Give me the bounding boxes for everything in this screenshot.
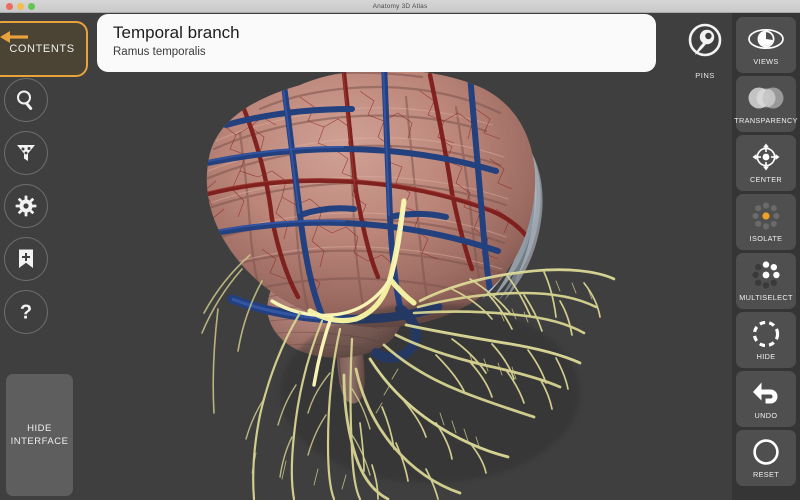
center-label: CENTER <box>749 175 783 184</box>
svg-text:?: ? <box>20 302 32 324</box>
views-button[interactable]: VIEWS <box>736 17 796 73</box>
pin-icon <box>688 23 722 57</box>
hide-interface-line2: INTERFACE <box>10 436 69 447</box>
window-title: Anatomy 3D Atlas <box>372 2 428 10</box>
undo-button[interactable]: UNDO <box>736 371 796 427</box>
reset-button[interactable]: RESET <box>736 430 796 486</box>
help-icon[interactable]: ? <box>4 290 48 334</box>
views-label: VIEWS <box>753 57 779 66</box>
isolate-dots-icon <box>751 201 781 231</box>
multiselect-label: MULTISELECT <box>739 293 793 302</box>
settings-icon[interactable] <box>4 184 48 228</box>
hide-button[interactable]: HIDE <box>736 312 796 368</box>
pins-label: PINS <box>695 71 715 80</box>
undo-label: UNDO <box>754 411 778 420</box>
reset-label: RESET <box>752 470 780 479</box>
isolate-label: ISOLATE <box>749 234 783 243</box>
eye-icon <box>746 24 786 54</box>
multiselect-button[interactable]: MULTISELECT <box>736 253 796 309</box>
left-toolbar: CONTENTS ? HIDE INTERFACE <box>0 13 88 500</box>
structure-title: Temporal branch <box>113 23 240 42</box>
model-viewport[interactable] <box>0 13 800 500</box>
crosshair-icon <box>751 142 781 172</box>
bookmark-add-icon[interactable] <box>4 237 48 281</box>
hide-interface-line1: HIDE <box>27 423 52 434</box>
overlapping-circles-icon <box>745 83 787 113</box>
filter-icon[interactable] <box>4 131 48 175</box>
undo-arrow-icon <box>750 378 782 408</box>
left-icon-group: ? <box>4 78 48 334</box>
multiselect-dots-icon <box>751 260 781 290</box>
anatomy-app-window: Anatomy 3D Atlas CONTENTS ? HIDE INTERFA… <box>0 0 800 500</box>
hide-label: HIDE <box>756 352 776 361</box>
hide-interface-button[interactable]: HIDE INTERFACE <box>6 374 73 496</box>
structure-info-card[interactable]: Temporal branch Ramus temporalis <box>97 14 656 72</box>
window-titlebar: Anatomy 3D Atlas <box>0 0 800 13</box>
right-toolbar: VIEWS TRANSPARENCY CENTER ISOLATE MULTIS… <box>732 13 800 500</box>
brain-3d-model[interactable] <box>0 13 800 500</box>
structure-latin-name: Ramus temporalis <box>113 46 206 58</box>
transparency-button[interactable]: TRANSPARENCY <box>734 76 798 132</box>
back-arrow-icon[interactable] <box>0 29 28 45</box>
center-button[interactable]: CENTER <box>736 135 796 191</box>
dashed-circle-icon <box>751 319 781 349</box>
circle-outline-icon <box>751 437 781 467</box>
search-icon[interactable] <box>4 78 48 122</box>
isolate-button[interactable]: ISOLATE <box>736 194 796 250</box>
transparency-label: TRANSPARENCY <box>734 116 798 125</box>
pins-button[interactable]: PINS <box>683 22 727 80</box>
